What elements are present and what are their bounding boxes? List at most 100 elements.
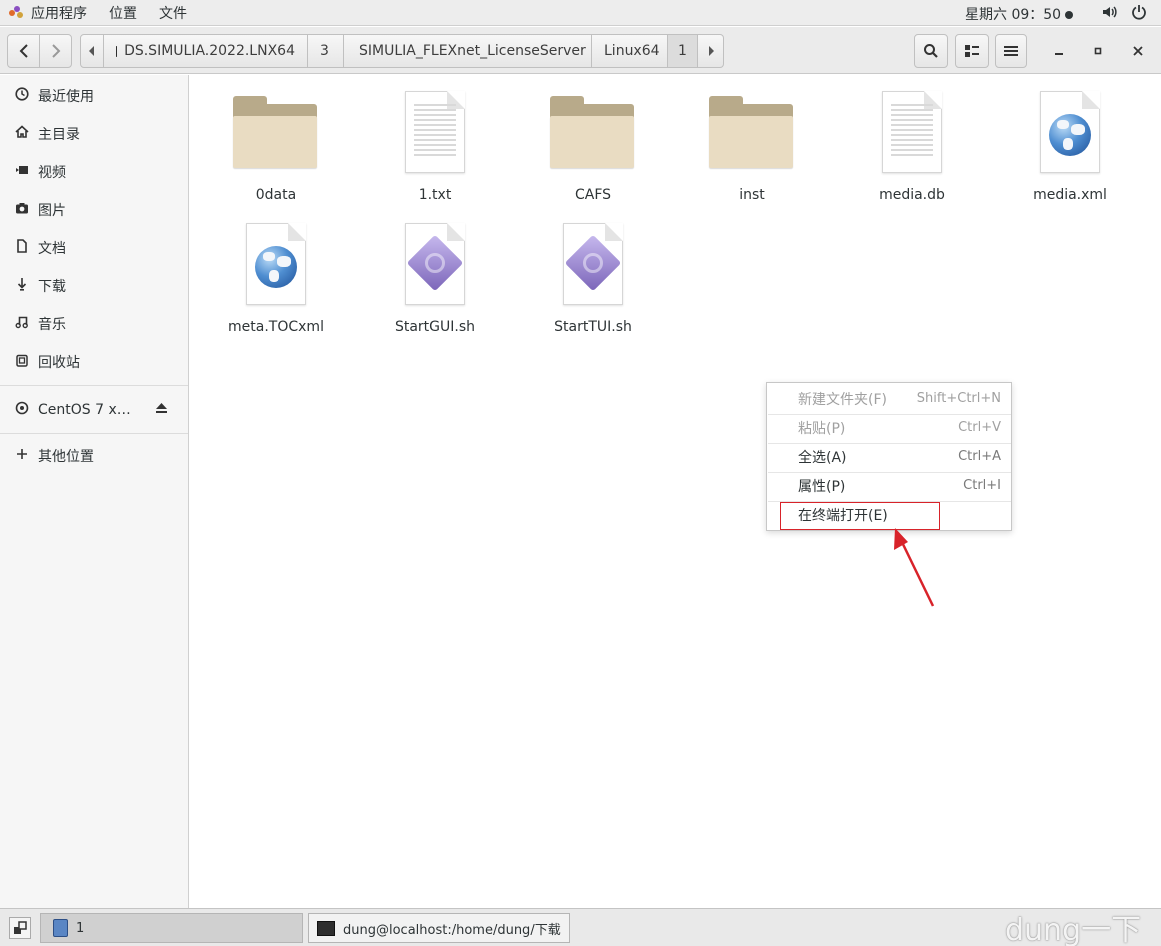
sidebar-item-device[interactable]: CentOS 7 x… xyxy=(0,394,188,426)
chevron-left-icon xyxy=(19,44,28,58)
file-name: StartGUI.sh xyxy=(394,319,476,335)
forward-button[interactable] xyxy=(39,34,72,68)
search-button[interactable] xyxy=(914,34,948,68)
disc-icon xyxy=(13,401,31,419)
globe-icon xyxy=(1040,91,1100,173)
sidebar-item-label: 下载 xyxy=(38,279,66,295)
clock[interactable]: 星期六 09：50 xyxy=(965,4,1074,24)
path-scroll-right-button[interactable] xyxy=(698,34,724,68)
drive-icon xyxy=(116,45,118,57)
show-desktop-button[interactable] xyxy=(9,917,31,939)
globe-icon xyxy=(246,223,306,305)
breadcrumb-item[interactable]: SIMULIA_FLEXnet_LicenseServer xyxy=(344,34,592,68)
menu-item-shortcut: Ctrl+I xyxy=(963,478,1001,493)
desktop-icon xyxy=(14,921,27,934)
folder-icon xyxy=(233,96,317,168)
menu-item-label: 新建文件夹(F) xyxy=(798,391,887,408)
sidebar-item-home[interactable]: 主目录 xyxy=(0,118,188,150)
download-icon xyxy=(13,277,31,295)
taskbar-item-terminal[interactable]: dung@localhost:/home/dung/下载 xyxy=(308,913,570,943)
file-name: media.db xyxy=(879,187,945,203)
maximize-button[interactable] xyxy=(1087,40,1109,62)
trash-icon xyxy=(13,353,31,371)
sidebar: 最近使用 主目录 视频 图片 文档 下载 音乐 回收站 CentOS 7 x… … xyxy=(0,75,189,908)
folder-icon xyxy=(709,96,793,168)
file-name: media.xml xyxy=(1033,187,1107,203)
sidebar-item-videos[interactable]: 视频 xyxy=(0,156,188,188)
arrow-right-icon xyxy=(708,46,714,56)
menu-item-properties[interactable]: 属性(P) Ctrl+I xyxy=(768,471,1011,500)
view-mode-button[interactable] xyxy=(955,34,989,68)
video-icon xyxy=(13,163,31,181)
sidebar-divider xyxy=(0,433,188,434)
watermark: dung一下 xyxy=(895,908,1161,946)
watermark-text: dung一下 xyxy=(1005,913,1142,946)
breadcrumb-item[interactable]: DS.SIMULIA.2022.LNX64 xyxy=(104,34,308,68)
breadcrumb-item[interactable]: 3 xyxy=(308,34,344,68)
sidebar-item-recent[interactable]: 最近使用 xyxy=(0,80,188,112)
music-icon xyxy=(13,315,31,333)
arrow-left-icon xyxy=(89,46,94,56)
script-icon xyxy=(563,223,623,305)
menu-places[interactable]: 位置 xyxy=(109,3,137,23)
menu-files[interactable]: 文件 xyxy=(159,3,187,23)
applications-icon[interactable] xyxy=(9,5,23,20)
clock-icon xyxy=(13,87,31,105)
menu-item-shortcut: Ctrl+A xyxy=(958,449,1001,464)
sidebar-item-documents[interactable]: 文档 xyxy=(0,232,188,264)
text-file-icon xyxy=(405,91,465,173)
power-icon[interactable] xyxy=(1131,4,1147,24)
file-name: inst xyxy=(739,187,765,203)
close-icon xyxy=(1133,46,1143,56)
menu-item-label: 粘贴(P) xyxy=(798,420,846,437)
annotation-arrow-icon xyxy=(894,528,935,607)
breadcrumb-label: 1 xyxy=(678,43,687,59)
taskbar-item-label: 1 xyxy=(76,920,85,936)
path-scroll-left-button[interactable] xyxy=(80,34,104,68)
menu-item-new-folder[interactable]: 新建文件夹(F) Shift+Ctrl+N xyxy=(768,384,1011,413)
top-panel: 应用程序 位置 文件 星期六 09：50 xyxy=(0,0,1161,26)
breadcrumb-label: DS.SIMULIA.2022.LNX64 xyxy=(124,43,295,59)
sidebar-item-label: 最近使用 xyxy=(38,89,94,105)
menu-item-select-all[interactable]: 全选(A) Ctrl+A xyxy=(768,442,1011,471)
sidebar-item-label: 回收站 xyxy=(38,355,80,371)
sidebar-item-pictures[interactable]: 图片 xyxy=(0,194,188,226)
menu-item-shortcut: Shift+Ctrl+N xyxy=(916,391,1001,406)
file-name: meta.TOCxml xyxy=(228,319,324,335)
sidebar-item-music[interactable]: 音乐 xyxy=(0,308,188,340)
folder-icon xyxy=(550,96,634,168)
search-icon xyxy=(924,44,938,58)
taskbar-item-files[interactable]: 1 xyxy=(40,913,303,943)
sidebar-item-downloads[interactable]: 下载 xyxy=(0,270,188,302)
file-name: CAFS xyxy=(574,187,612,203)
file-manager-icon xyxy=(53,919,68,937)
eject-icon[interactable] xyxy=(155,402,168,418)
minimize-button[interactable] xyxy=(1048,40,1070,62)
list-view-icon xyxy=(965,45,979,57)
script-icon xyxy=(405,223,465,305)
volume-icon[interactable] xyxy=(1101,4,1117,24)
file-name: 1.txt xyxy=(418,187,452,203)
menu-item-label: 属性(P) xyxy=(798,478,846,495)
plus-icon xyxy=(13,448,31,464)
sidebar-item-label: 文档 xyxy=(38,241,66,257)
menu-button[interactable] xyxy=(995,34,1027,68)
document-icon xyxy=(13,239,31,257)
back-button[interactable] xyxy=(7,34,40,68)
terminal-icon xyxy=(317,920,335,936)
menu-item-paste[interactable]: 粘贴(P) Ctrl+V xyxy=(768,413,1011,442)
sidebar-item-label: CentOS 7 x… xyxy=(38,402,131,418)
sidebar-item-label: 其他位置 xyxy=(38,449,94,465)
menu-item-shortcut: Ctrl+V xyxy=(958,420,1001,435)
sidebar-item-trash[interactable]: 回收站 xyxy=(0,346,188,378)
close-button[interactable] xyxy=(1127,40,1149,62)
home-icon xyxy=(13,125,31,143)
sidebar-item-label: 视频 xyxy=(38,165,66,181)
breadcrumb-label: Linux64 xyxy=(604,43,660,59)
menu-applications[interactable]: 应用程序 xyxy=(31,3,87,23)
breadcrumb-item-current[interactable]: 1 xyxy=(668,34,698,68)
sidebar-item-other-locations[interactable]: 其他位置 xyxy=(0,440,188,472)
notification-dot-icon xyxy=(1065,11,1074,19)
breadcrumb-item[interactable]: Linux64 xyxy=(592,34,668,68)
sidebar-item-label: 音乐 xyxy=(38,317,66,333)
